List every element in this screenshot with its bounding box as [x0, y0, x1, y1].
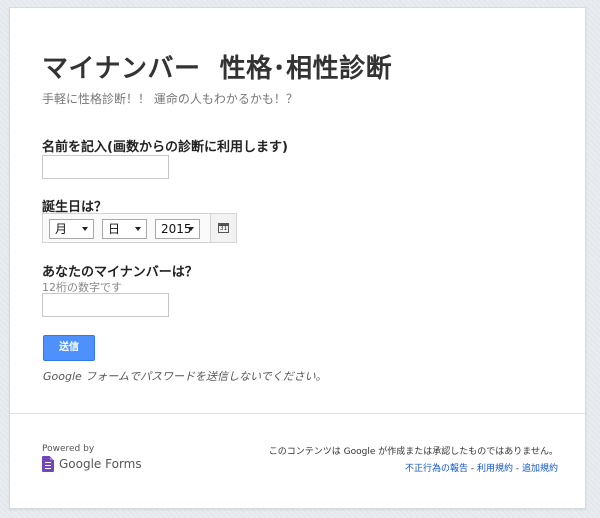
name-question-label: 名前を記入(画数からの診断に利用します) [42, 136, 288, 155]
form-title: マイナンバー 性格･相性診断 [42, 48, 392, 85]
year-select-value: 2015 [161, 222, 192, 236]
calendar-icon: 31 [218, 223, 229, 233]
footer-links: 不正行為の報告 - 利用規約 - 追加規約 [405, 461, 558, 474]
day-select-value: 日 [108, 222, 120, 236]
google-forms-brand: Google Forms [59, 457, 142, 471]
terms-of-service-link[interactable]: 利用規約 [477, 464, 513, 474]
powered-by-label: Powered by [42, 444, 94, 454]
mynumber-question-label: あなたのマイナンバーは？ [42, 261, 198, 280]
google-forms-icon [42, 456, 54, 472]
report-abuse-link[interactable]: 不正行為の報告 [405, 464, 468, 474]
submit-button[interactable]: 送信 [43, 335, 95, 361]
chevron-down-icon [135, 227, 141, 231]
chevron-down-icon [82, 227, 88, 231]
month-select-value: 月 [55, 222, 67, 236]
chevron-down-icon [188, 227, 194, 231]
name-input[interactable] [42, 155, 169, 179]
additional-terms-link[interactable]: 追加規約 [522, 464, 558, 474]
footer-divider [10, 413, 585, 414]
calendar-button[interactable]: 31 [210, 214, 236, 242]
birthday-date-picker: 月 日 2015 31 [42, 213, 237, 243]
day-select[interactable]: 日 [102, 219, 147, 239]
mynumber-input[interactable] [42, 293, 169, 317]
form-card: マイナンバー 性格･相性診断 手軽に性格診断！！ 運命の人もわかるかも！？ 名前… [9, 7, 586, 509]
month-select[interactable]: 月 [49, 219, 94, 239]
form-description: 手軽に性格診断！！ 運命の人もわかるかも！？ [42, 90, 298, 107]
footer-disclaimer: このコンテンツは Google が作成または承認したものではありません。 [269, 444, 558, 457]
link-separator: - [513, 464, 522, 474]
year-select[interactable]: 2015 [155, 219, 200, 239]
password-warning: Google フォームでパスワードを送信しないでください。 [43, 368, 327, 384]
link-separator: - [468, 464, 477, 474]
